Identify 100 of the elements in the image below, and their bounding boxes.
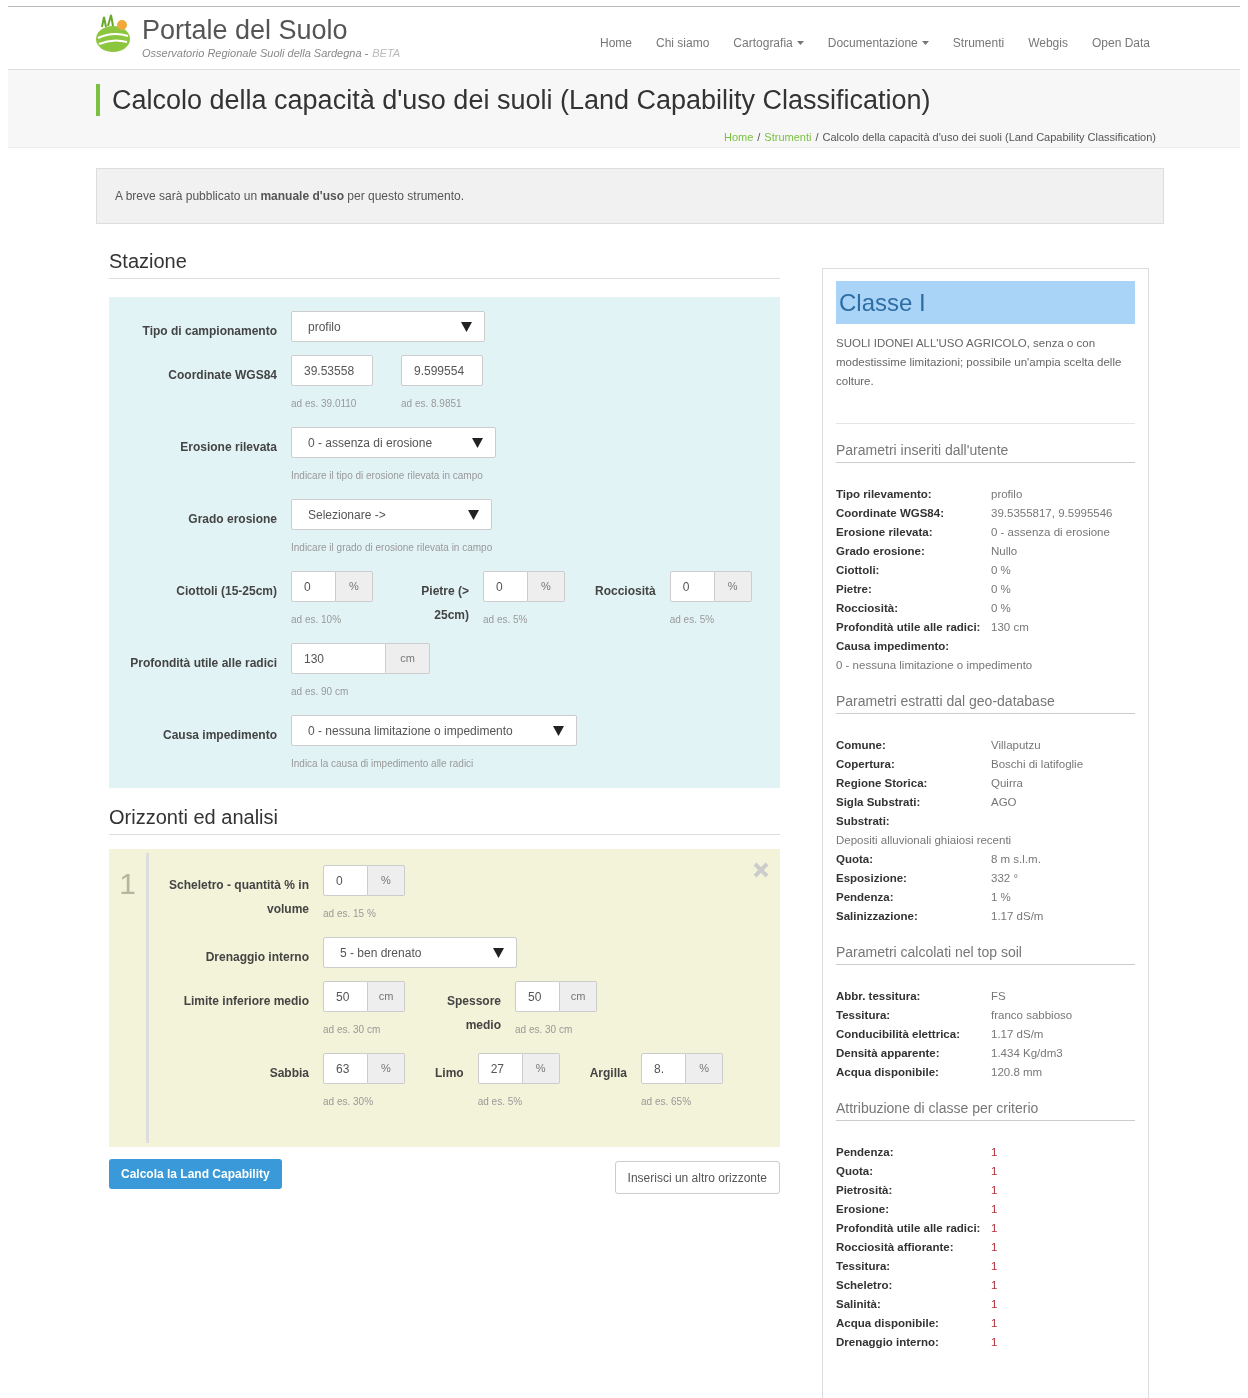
field-hint: Indica la causa di impedimento alle radici: [291, 758, 474, 769]
result-value: 1.434 Kg/dm3: [991, 1046, 1063, 1061]
close-icon[interactable]: [753, 862, 769, 878]
result-value: 1.17 dS/m: [991, 1027, 1044, 1042]
result-label: Drenaggio interno:: [836, 1335, 940, 1350]
result-label: Acqua disponibile:: [836, 1065, 940, 1080]
result-value: 332 °: [991, 871, 1018, 886]
result-label: Pietre:: [836, 582, 873, 597]
input-field[interactable]: 9.599554: [401, 355, 483, 386]
field-hint: ad es. 30%: [323, 1096, 374, 1107]
select-field[interactable]: Selezionare ->: [291, 499, 493, 530]
input-field[interactable]: 50: [515, 981, 560, 1012]
result-value: Villaputzu: [991, 738, 1041, 753]
unit-addon: %: [714, 571, 752, 602]
caret-icon: [796, 41, 804, 45]
select-field[interactable]: profilo: [291, 311, 485, 342]
result-label: Esposizione:: [836, 871, 908, 886]
input-field[interactable]: 0: [291, 571, 336, 602]
dropdown-arrow-icon: [552, 725, 564, 736]
result-label: Comune:: [836, 738, 887, 753]
select-field[interactable]: 5 - ben drenato: [323, 937, 517, 968]
nav-link[interactable]: Documentazione: [827, 34, 929, 52]
input-field[interactable]: 0: [483, 571, 528, 602]
select-field[interactable]: 0 - nessuna limitazione o impedimento: [291, 715, 577, 746]
field-label: Sabbia: [269, 1066, 309, 1080]
result-value: 39.5355817, 9.5995546: [991, 506, 1113, 521]
result-value: 1: [991, 1221, 998, 1236]
input-field[interactable]: 39.53558: [291, 355, 373, 386]
field-hint: ad es. 15 %: [323, 908, 376, 919]
input-field[interactable]: 63: [323, 1053, 368, 1084]
result-label: Profondità utile alle radici:: [836, 1221, 982, 1236]
nav-link[interactable]: Webgis: [1028, 34, 1068, 52]
add-horizon-button[interactable]: Inserisci un altro orizzonte: [614, 1161, 780, 1194]
input-field[interactable]: 50: [323, 981, 368, 1012]
result-label: Sigla Substrati:: [836, 795, 922, 810]
field-label: Limo: [435, 1066, 464, 1080]
field-hint: ad es. 30 cm: [515, 1024, 573, 1035]
leaf-logo-icon: [94, 13, 132, 53]
field-label: Scheletro - quantità % in volume: [169, 878, 309, 916]
result-label: Pendenza:: [836, 890, 895, 905]
field-label: Ciottoli (15-25cm): [176, 584, 277, 598]
input-field[interactable]: 27: [477, 1053, 523, 1084]
result-label: Quota:: [836, 852, 875, 867]
result-value: 130 cm: [991, 620, 1029, 635]
result-value: 0 %: [991, 601, 1011, 616]
field-label: Grado erosione: [188, 512, 277, 526]
result-label: Pendenza:: [836, 1145, 895, 1160]
horizon-number: 1: [119, 867, 136, 902]
unit-addon: %: [686, 1053, 723, 1084]
result-label: Acqua disponibile:: [836, 1316, 940, 1331]
nav-link[interactable]: Open Data: [1091, 34, 1150, 52]
result-label: Rocciosità affiorante:: [836, 1240, 955, 1255]
input-field[interactable]: 130: [291, 643, 386, 674]
result-label: Coordinate WGS84:: [836, 506, 945, 521]
result-label: Abbr. tessitura:: [836, 989, 922, 1004]
result-label: Copertura:: [836, 757, 896, 772]
breadcrumb-separator: /: [757, 129, 761, 145]
input-field[interactable]: 8.: [641, 1053, 686, 1084]
result-section-title: Parametri inseriti dall'utente: [836, 441, 1009, 460]
dropdown-arrow-icon: [493, 947, 504, 958]
unit-addon: cm: [386, 643, 430, 674]
dropdown-arrow-icon: [468, 509, 480, 520]
site-subtitle: Osservatorio Regionale Suoli della Sardegna -: [142, 46, 369, 61]
input-field[interactable]: 0: [323, 865, 368, 896]
field-hint: Indicare il grado di erosione rilevata in campo: [291, 542, 493, 553]
field-hint: ad es. 10%: [291, 614, 342, 625]
nav-link[interactable]: Home: [600, 34, 632, 52]
nav-link[interactable]: Chi siamo: [656, 34, 710, 52]
unit-addon: %: [528, 571, 565, 602]
unit-addon: cm: [560, 981, 597, 1012]
result-value: 1: [991, 1240, 998, 1255]
field-label: Causa impedimento: [162, 728, 277, 742]
beta-label: BETA: [372, 46, 401, 61]
result-value: 8 m s.l.m.: [991, 852, 1041, 867]
result-label: Salinità:: [836, 1297, 882, 1312]
result-value: Quirra: [991, 776, 1023, 791]
result-value: Depositi alluvionali ghiaiosi recenti: [836, 833, 1013, 848]
result-label: Rocciosità:: [836, 601, 899, 616]
select-field[interactable]: 0 - assenza di erosione: [291, 427, 497, 458]
field-label: Argilla: [589, 1066, 627, 1080]
field-hint: Indicare il tipo di erosione rilevata in campo: [291, 470, 483, 481]
result-label: Tessitura:: [836, 1008, 892, 1023]
result-label: Scheletro:: [836, 1278, 894, 1293]
nav-link[interactable]: Strumenti: [952, 34, 1005, 52]
result-label: Substrati:: [836, 814, 891, 829]
nav-link[interactable]: Cartografia: [733, 34, 804, 52]
result-value: 1: [991, 1145, 998, 1160]
result-label: Causa impedimento:: [836, 639, 951, 654]
field-hint: ad es. 90 cm: [291, 686, 349, 697]
notice-text: A breve sarà pubblicato un manuale d'uso per questo strumento.: [115, 188, 465, 205]
result-value: FS: [991, 989, 1006, 1004]
dropdown-arrow-icon: [472, 437, 484, 448]
result-value: 1: [991, 1335, 998, 1350]
result-value: AGO: [991, 795, 1017, 810]
field-hint: ad es. 5%: [483, 614, 528, 625]
result-value: 0 - nessuna limitazione o impedimento: [836, 658, 1034, 673]
input-field[interactable]: 0: [669, 571, 715, 602]
unit-addon: cm: [368, 981, 405, 1012]
field-label: Tipo di campionamento: [142, 324, 277, 338]
field-label: Drenaggio interno: [205, 950, 309, 964]
